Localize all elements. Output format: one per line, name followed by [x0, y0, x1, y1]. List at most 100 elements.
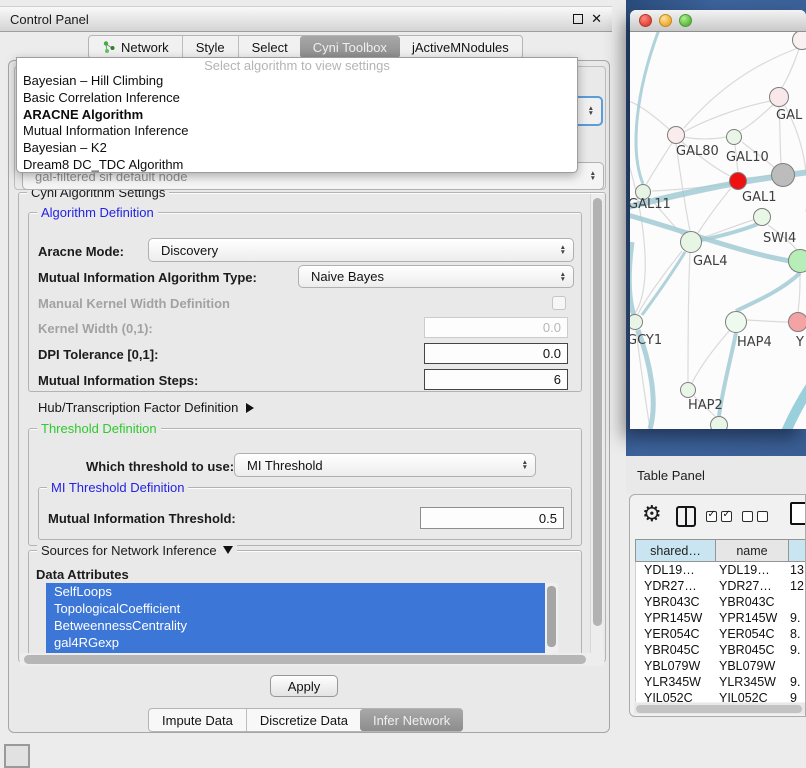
- tab-jactivemnodules[interactable]: jActiveMNodules: [399, 36, 522, 58]
- dropdown-option[interactable]: Dream8 DC_TDC Algorithm: [17, 157, 577, 173]
- network-canvas[interactable]: GALGAL80GAL10GAL1GAL11SWI4GAL4GCY1HAP4YH…: [630, 32, 806, 429]
- tab-impute-data[interactable]: Impute Data: [149, 709, 246, 731]
- table-row[interactable]: YDL19…YDL19…13: [636, 562, 806, 578]
- table-body[interactable]: YDL19…YDL19…13YDR27…YDR27…12YBR043CYBR04…: [635, 562, 806, 702]
- kernel-width-field[interactable]: 0.0: [424, 317, 568, 338]
- table-row[interactable]: YLR345WYLR345W9.: [636, 674, 806, 690]
- network-node[interactable]: [771, 163, 795, 187]
- table-row[interactable]: YBL079WYBL079W: [636, 658, 806, 674]
- zoom-traffic-light-icon[interactable]: [679, 14, 692, 27]
- table-cell: YDR27…: [713, 579, 786, 593]
- dropdown-option[interactable]: Mutual Information Inference: [17, 123, 577, 140]
- kernel-width-value: 0.0: [543, 320, 561, 335]
- dpi-tolerance-label: DPI Tolerance [0,1]:: [38, 347, 158, 362]
- network-node-gal10[interactable]: [726, 129, 742, 145]
- table-cell: YIL052C: [636, 691, 713, 702]
- table-row[interactable]: YPR145WYPR145W9.: [636, 610, 806, 626]
- sources-group-title[interactable]: Sources for Network Inference: [37, 543, 237, 558]
- table-row[interactable]: YER054CYER054C8.: [636, 626, 806, 642]
- threshold-definition-title: Threshold Definition: [37, 421, 161, 436]
- settings-gear-icon[interactable]: ⚙: [642, 503, 662, 525]
- mi-type-combobox[interactable]: Naive Bayes ▲▼: [298, 265, 574, 288]
- select-all-icon[interactable]: [706, 511, 732, 522]
- table-cell: 12: [786, 579, 806, 593]
- network-node[interactable]: [710, 416, 728, 429]
- mi-steps-field[interactable]: 6: [424, 369, 568, 390]
- apply-button[interactable]: Apply: [270, 675, 338, 697]
- which-threshold-combobox[interactable]: MI Threshold ▲▼: [234, 453, 536, 477]
- attribute-item[interactable]: BetweennessCentrality: [46, 617, 558, 634]
- deselect-all-icon[interactable]: [742, 511, 768, 522]
- mi-threshold-field[interactable]: 0.5: [420, 507, 564, 529]
- aracne-mode-combobox[interactable]: Discovery ▲▼: [148, 238, 574, 262]
- data-attributes-list[interactable]: SelfLoops TopologicalCoefficient Between…: [46, 583, 558, 653]
- table-cell: 9.: [786, 675, 806, 689]
- new-table-icon[interactable]: [790, 502, 806, 525]
- tab-infer-network[interactable]: Infer Network: [360, 709, 463, 731]
- minimized-panel-grip[interactable]: [4, 744, 30, 768]
- mi-threshold-label: Mutual Information Threshold:: [48, 511, 236, 526]
- combo-arrows-icon: ▲▼: [522, 460, 528, 470]
- dropdown-option-aracne[interactable]: ARACNE Algorithm: [17, 107, 577, 124]
- attribute-item[interactable]: TopologicalCoefficient: [46, 600, 558, 617]
- dropdown-option[interactable]: Basic Correlation Inference: [17, 90, 577, 107]
- column-header-name[interactable]: name: [716, 539, 789, 562]
- expander-expanded-icon: [223, 546, 233, 554]
- table-cell: YDL19…: [713, 563, 786, 577]
- network-node-gal4[interactable]: [680, 231, 702, 253]
- network-window-titlebar[interactable]: [630, 10, 806, 32]
- tab-cyni-toolbox[interactable]: Cyni Toolbox: [300, 36, 400, 58]
- tab-style[interactable]: Style: [182, 36, 238, 58]
- tab-discretize-data[interactable]: Discretize Data: [246, 709, 361, 731]
- settings-horizontal-scrollbar[interactable]: [20, 653, 604, 666]
- table-cell: 9: [786, 691, 806, 702]
- table-row[interactable]: YIL052CYIL052C9: [636, 690, 806, 702]
- dropdown-option[interactable]: Bayesian – Hill Climbing: [17, 73, 577, 90]
- column-header-cut[interactable]: [789, 539, 806, 562]
- network-node-label: SWI4: [763, 231, 796, 246]
- dropdown-option[interactable]: Bayesian – K2: [17, 140, 577, 157]
- minimize-traffic-light-icon[interactable]: [659, 14, 672, 27]
- settings-vertical-scrollbar[interactable]: [590, 194, 603, 653]
- table-row[interactable]: YBR045CYBR045C9.: [636, 642, 806, 658]
- tab-network[interactable]: Network: [89, 36, 182, 58]
- control-panel-tabs: Network Style Select Cyni Toolbox jActiv…: [88, 35, 523, 59]
- dpi-tolerance-field[interactable]: 0.0: [424, 343, 568, 364]
- table-row[interactable]: YDR27…YDR27…12: [636, 578, 806, 594]
- table-cell: YBR045C: [713, 643, 786, 657]
- table-horizontal-scrollbar[interactable]: [634, 703, 806, 714]
- hub-factor-expander[interactable]: Hub/Transcription Factor Definition: [38, 400, 254, 415]
- network-window[interactable]: GALGAL80GAL10GAL1GAL11SWI4GAL4GCY1HAP4YH…: [630, 10, 806, 429]
- network-node-swi4[interactable]: [753, 208, 771, 226]
- network-node-gal1[interactable]: [729, 172, 747, 190]
- manual-kernel-checkbox[interactable]: [552, 296, 566, 310]
- tab-select[interactable]: Select: [238, 36, 301, 58]
- table-row[interactable]: YBR043CYBR043C: [636, 594, 806, 610]
- close-traffic-light-icon[interactable]: [639, 14, 652, 27]
- network-node-label: GAL1: [742, 190, 776, 205]
- column-header-shared-name[interactable]: shared…: [635, 539, 716, 562]
- combo-arrows-icon: ▲▼: [590, 171, 596, 181]
- attribute-item[interactable]: gal4RGexp: [46, 634, 558, 651]
- mi-steps-value: 6: [554, 372, 561, 387]
- table-cell: YBR043C: [636, 595, 713, 609]
- table-cell: YER054C: [636, 627, 713, 641]
- dropdown-placeholder: Select algorithm to view settings: [17, 58, 577, 73]
- network-node-gal80[interactable]: [667, 126, 685, 144]
- attribute-list-scrollbar[interactable]: [545, 583, 558, 653]
- close-icon[interactable]: ✕: [591, 14, 602, 24]
- table-cell: YLR345W: [636, 675, 713, 689]
- attribute-item[interactable]: SelfLoops: [46, 583, 558, 600]
- table-panel-title: Table Panel: [637, 468, 705, 483]
- table-cell: YDR27…: [636, 579, 713, 593]
- network-node-y[interactable]: [788, 312, 806, 332]
- network-node-hap4[interactable]: [725, 311, 747, 333]
- network-node-hap2[interactable]: [680, 382, 696, 398]
- table-cell: 9.: [786, 643, 806, 657]
- table-panel-frame: ⚙ shared… name YDL19…YDL19…13YDR27…YDR27…: [629, 494, 806, 717]
- tab-label: Style: [196, 40, 225, 55]
- network-node[interactable]: [788, 249, 806, 273]
- column-layout-icon[interactable]: [676, 506, 696, 527]
- float-window-icon[interactable]: [573, 14, 583, 24]
- network-node-gal[interactable]: [769, 87, 789, 107]
